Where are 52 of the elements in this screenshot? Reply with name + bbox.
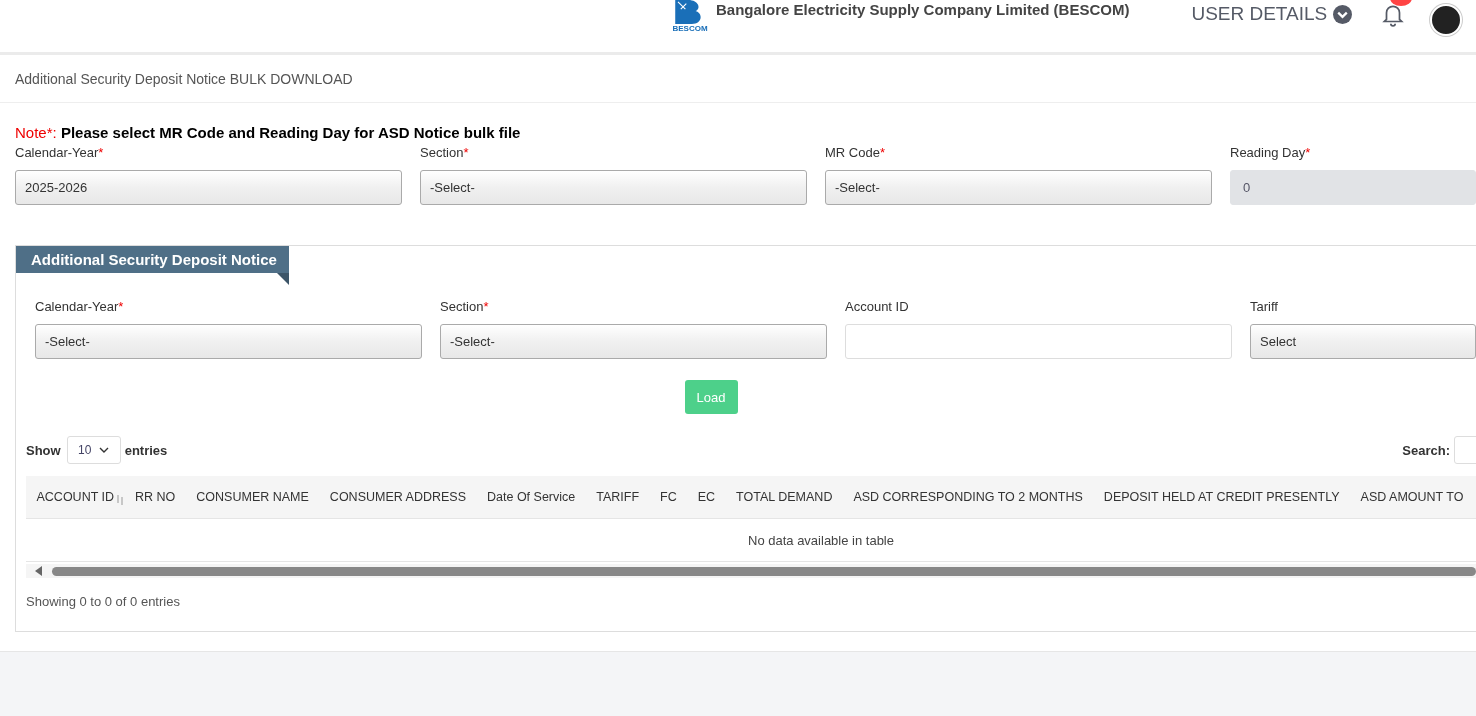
field-label: Tariff — [1250, 299, 1278, 316]
required-mark: * — [483, 299, 489, 316]
company-name: Bangalore Electricity Supply Company Limited (BESCOM) — [716, 1, 1130, 18]
scroll-left-icon[interactable] — [34, 566, 44, 576]
field-label: Reading Day — [1230, 145, 1306, 162]
select-field[interactable]: -Select- — [35, 324, 422, 359]
empty-table-message: No data available in table — [748, 532, 894, 548]
column-header[interactable]: EC — [687, 490, 726, 504]
column-header[interactable]: RR NO — [124, 490, 186, 504]
table-info: Showing 0 to 0 of 0 entries — [26, 594, 181, 609]
field-label: Calendar-Year — [35, 299, 119, 316]
panel-title: Additional Security Deposit Notice — [16, 246, 289, 273]
select-field[interactable]: Select — [1250, 324, 1476, 359]
input-field[interactable] — [845, 324, 1232, 359]
field-label: Account ID — [845, 299, 909, 316]
column-header[interactable]: ASD AMOUNT TO — [1350, 490, 1474, 504]
column-header[interactable]: CONSUMER ADDRESS — [319, 490, 477, 504]
column-header[interactable]: DEPOSIT HELD AT CREDIT PRESENTLY — [1093, 490, 1351, 504]
avatar[interactable] — [1430, 4, 1463, 36]
column-header[interactable]: CONSUMER NAME — [185, 490, 320, 504]
required-mark: * — [118, 299, 124, 316]
column-header[interactable]: TARIFF — [585, 490, 650, 504]
chevron-down-icon — [99, 447, 110, 453]
select-field[interactable]: -Select- — [420, 170, 807, 205]
column-header[interactable]: Date Of Service — [476, 490, 586, 504]
scrollbar-thumb[interactable] — [52, 566, 1476, 576]
select-field[interactable]: -Select- — [440, 324, 827, 359]
column-header[interactable]: TOTAL DEMAND — [725, 490, 843, 504]
entries-label: entries — [124, 442, 168, 458]
column-header[interactable]: ASD CORRESPONDING TO 2 MONTHS — [842, 490, 1094, 504]
user-details-menu[interactable]: USER DETAILS — [1191, 3, 1353, 25]
select-field[interactable]: 2025-2026 — [15, 170, 402, 205]
page-size-select[interactable]: 10 — [66, 436, 121, 464]
logo-text: BESCOM — [672, 24, 708, 33]
search-label: Search: — [1402, 442, 1450, 458]
field-label: Calendar-Year — [15, 145, 99, 162]
page-title: Additional Security Deposit Notice BULK DOWNLOAD — [0, 55, 1476, 103]
required-mark: * — [463, 145, 469, 162]
field-label: Section — [420, 145, 464, 162]
note-label: Note*: — [15, 124, 57, 141]
column-header[interactable]: FC — [649, 490, 688, 504]
note-text: Please select MR Code and Reading Day for ASD Notice bulk file — [60, 124, 521, 141]
required-mark: * — [1305, 145, 1311, 162]
field-label: Section — [440, 299, 484, 316]
chevron-down-icon — [1333, 4, 1353, 24]
ribbon-fold — [277, 273, 289, 285]
select-field[interactable]: -Select- — [825, 170, 1212, 205]
column-header[interactable]: ACCOUNT ID — [26, 490, 125, 504]
required-mark: * — [98, 145, 104, 162]
required-mark: * — [879, 145, 885, 162]
field-label: MR Code — [825, 145, 880, 162]
show-label: Show — [26, 442, 61, 458]
